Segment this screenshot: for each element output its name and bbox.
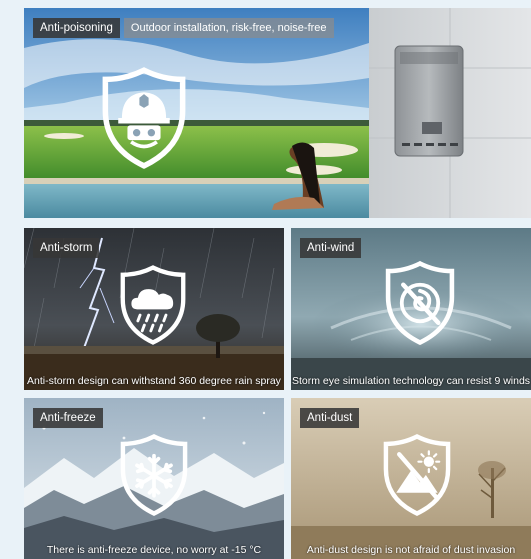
anti-storm-panel: Anti-storm Anti-storm design can withsta…	[24, 228, 284, 390]
anti-poisoning-panel: Anti-poisoning Outdoor installation, ris…	[24, 8, 531, 218]
anti-dust-tag: Anti-dust	[300, 408, 360, 428]
anti-wind-panel: Anti-wind Storm eye simulation technolog…	[291, 228, 531, 390]
anti-wind-tag: Anti-wind	[300, 238, 362, 258]
anti-poisoning-subtitle: Outdoor installation, risk-free, noise-f…	[123, 18, 334, 38]
anti-storm-caption: Anti-storm design can withstand 360 degr…	[27, 375, 281, 387]
anti-storm-tag: Anti-storm	[33, 238, 100, 258]
helmet-shield-icon	[98, 66, 190, 170]
anti-freeze-panel: Anti-freeze There is anti-freeze device,…	[24, 398, 284, 559]
mountain-sun-shield-icon	[380, 432, 454, 518]
snowflake-shield-icon	[117, 432, 191, 518]
anti-dust-caption: Anti-dust design is not afraid of dust i…	[306, 544, 516, 556]
anti-freeze-caption: There is anti-freeze device, no worry at…	[46, 544, 262, 556]
whirlwind-shield-icon	[382, 260, 458, 346]
hero-tag-group: Anti-poisoning Outdoor installation, ris…	[33, 18, 334, 38]
anti-freeze-tag: Anti-freeze	[33, 408, 103, 428]
anti-dust-panel: Anti-dust Anti-dust design is not afraid…	[291, 398, 531, 559]
anti-poisoning-tag: Anti-poisoning	[33, 18, 120, 38]
rain-cloud-shield-icon	[117, 264, 189, 346]
anti-wind-caption: Storm eye simulation technology can resi…	[291, 375, 531, 387]
